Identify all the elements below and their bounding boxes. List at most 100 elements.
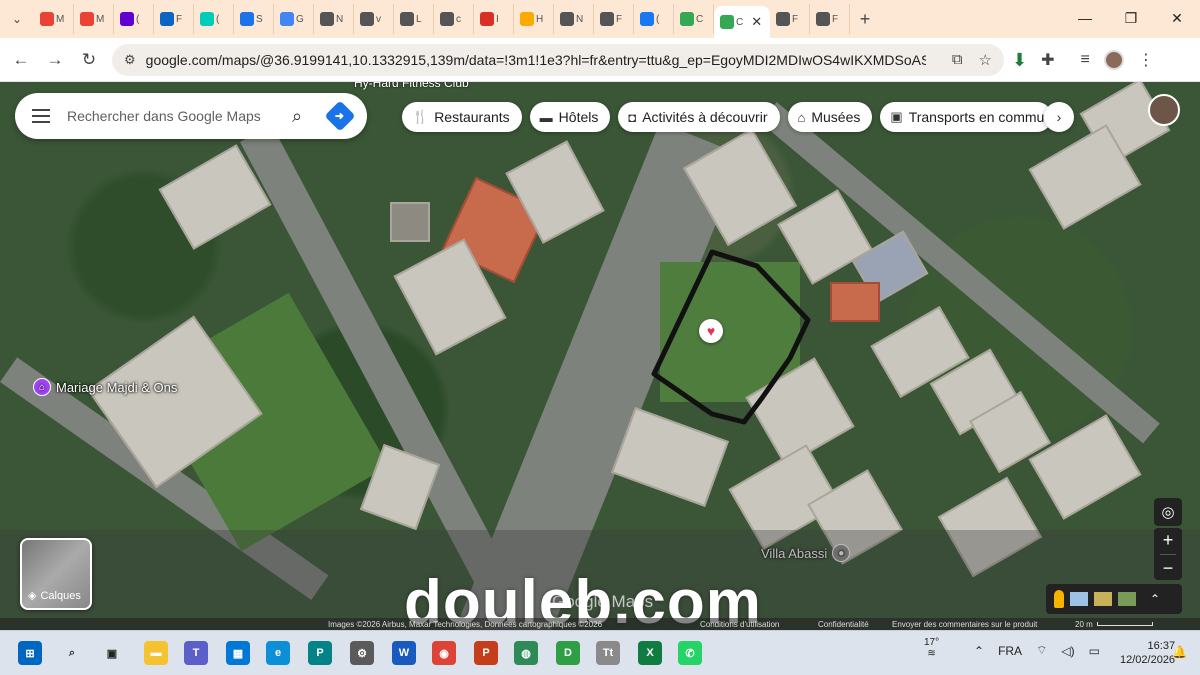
saved-place-heart-icon[interactable]: ♥ — [699, 319, 723, 343]
app-d-icon[interactable]: D — [556, 641, 580, 665]
reload-button[interactable]: ↻ — [72, 43, 106, 77]
tab-a-1[interactable]: F — [810, 4, 850, 34]
settings-icon[interactable]: ⚙ — [350, 641, 374, 665]
address-bar[interactable]: ⚙ google.com/maps/@36.9199141,10.1332915… — [112, 44, 1004, 76]
layers-button[interactable]: ◈ Calques — [20, 538, 92, 610]
tab-b-2[interactable]: ( — [114, 4, 154, 34]
new-tab-button[interactable]: + — [850, 9, 880, 30]
tab-b-16[interactable]: C — [674, 4, 714, 34]
privacy-link[interactable]: Confidentialité — [818, 620, 869, 629]
satellite-map[interactable]: Hy-Hard Fitness Club Rechercher dans Goo… — [0, 82, 1200, 630]
search-input[interactable]: Rechercher dans Google Maps — [67, 108, 279, 124]
chips-next-chevron-icon[interactable]: › — [1044, 102, 1074, 132]
tab-b-15[interactable]: ( — [634, 4, 674, 34]
tab-label: N — [336, 13, 344, 25]
word-icon[interactable]: W — [392, 641, 416, 665]
start-icon[interactable]: ⊞ — [18, 641, 42, 665]
font-app-icon[interactable]: Tt — [596, 641, 620, 665]
url-text[interactable]: google.com/maps/@36.9199141,10.1332915,1… — [146, 52, 926, 68]
task-view-icon[interactable]: ▣ — [100, 641, 124, 665]
close-tab-icon[interactable]: ✕ — [751, 14, 762, 30]
tab-b-5[interactable]: S — [234, 4, 274, 34]
chip-museums[interactable]: ⌂ Musées — [787, 102, 873, 132]
bookmark-star-icon[interactable]: ☆ — [979, 51, 992, 69]
download-icon[interactable]: ⬇ — [1012, 50, 1027, 71]
restore-button[interactable]: ❐ — [1108, 0, 1154, 36]
weather-widget[interactable]: 17° ≋ — [924, 637, 939, 659]
terms-link[interactable]: Conditions d'utilisation — [700, 620, 779, 629]
chip-label: Activités à découvrir — [642, 109, 768, 125]
notification-bell-icon[interactable]: 🔔 — [1172, 645, 1187, 659]
install-app-icon[interactable]: ⧉ — [952, 51, 963, 69]
chip-activities[interactable]: ◘ Activités à découvrir — [618, 102, 780, 132]
tab-b-9[interactable]: L — [394, 4, 434, 34]
chrome-icon[interactable]: ◉ — [432, 641, 456, 665]
expand-chevron-icon[interactable]: ⌃ — [1150, 592, 1160, 606]
clock[interactable]: 16:37 12/02/2026 — [1120, 639, 1175, 667]
fitness-club-label[interactable]: Hy-Hard Fitness Club — [354, 82, 469, 90]
tab-label: ( — [216, 13, 220, 25]
tab-b-0[interactable]: M — [34, 4, 74, 34]
back-button[interactable]: ← — [4, 43, 38, 77]
forward-button[interactable]: → — [38, 43, 72, 77]
site-info-icon[interactable]: ⚙ — [124, 52, 136, 68]
tab-b-11[interactable]: I — [474, 4, 514, 34]
volume-icon[interactable]: ◁) — [1061, 644, 1074, 658]
tab-a-0[interactable]: F — [770, 4, 810, 34]
zoom-in-button[interactable]: + — [1163, 530, 1174, 551]
satellite-thumb[interactable] — [1118, 592, 1136, 606]
profile-avatar[interactable] — [1103, 50, 1124, 70]
tab-b-14[interactable]: F — [594, 4, 634, 34]
language-indicator[interactable]: FRA — [998, 644, 1022, 658]
extensions-icon[interactable]: ✚ — [1041, 50, 1054, 70]
terrain-thumb[interactable] — [1094, 592, 1112, 606]
whatsapp-icon[interactable]: ✆ — [678, 641, 702, 665]
poi-mariage[interactable]: ⌂ Mariage Majdi & Ons — [33, 378, 177, 396]
cart-icon — [480, 12, 494, 26]
tab-b-7[interactable]: N — [314, 4, 354, 34]
globe-app-icon[interactable]: ◍ — [514, 641, 538, 665]
tab-b-8[interactable]: v — [354, 4, 394, 34]
tab-b-12[interactable]: H — [514, 4, 554, 34]
map-type-thumb[interactable] — [1070, 592, 1088, 606]
my-location-icon[interactable]: ◎ — [1154, 498, 1182, 526]
minimize-button[interactable]: — — [1062, 0, 1108, 36]
chip-restaurants[interactable]: 🍴 Restaurants — [402, 102, 522, 132]
account-avatar[interactable] — [1148, 94, 1180, 126]
tab-label: F — [832, 13, 839, 25]
feedback-link[interactable]: Envoyer des commentaires sur le produit — [892, 620, 1037, 629]
weather-temp: 17° — [924, 637, 940, 648]
tab-b-6[interactable]: G — [274, 4, 314, 34]
menu-icon[interactable] — [15, 115, 67, 117]
publisher-icon[interactable]: P — [308, 641, 332, 665]
close-window-button[interactable]: ✕ — [1154, 0, 1200, 36]
battery-icon[interactable]: ▭ — [1089, 644, 1100, 658]
directions-icon[interactable]: ➜ — [324, 100, 356, 132]
search-icon[interactable]: ⌕ — [279, 106, 315, 127]
chip-hotels[interactable]: ▬ Hôtels — [529, 102, 611, 132]
tab-b-4[interactable]: ( — [194, 4, 234, 34]
linkedin-icon — [160, 12, 174, 26]
excel-icon[interactable]: X — [638, 641, 662, 665]
pegman-icon[interactable] — [1054, 590, 1064, 608]
wifi-icon[interactable]: ⌔ — [1036, 643, 1047, 658]
media-controls-icon[interactable]: ≡ — [1081, 51, 1090, 69]
more-menu-icon[interactable]: ⋮ — [1138, 50, 1154, 70]
edge-icon[interactable]: e — [266, 641, 290, 665]
tab-search-chevron-icon[interactable]: ⌄ — [0, 0, 34, 38]
scale-bar[interactable]: 20 m — [1075, 620, 1153, 629]
file-explorer-icon[interactable]: ▬ — [144, 641, 168, 665]
maps-search-box[interactable]: Rechercher dans Google Maps ⌕ ➜ — [15, 93, 367, 139]
chevron-up-icon[interactable]: ⌃ — [974, 644, 984, 658]
tab-b-3[interactable]: F — [154, 4, 194, 34]
chip-transit[interactable]: ▣ Transports en commun — [880, 102, 1053, 132]
teams-icon[interactable]: T — [184, 641, 208, 665]
tab-b-13[interactable]: N — [554, 4, 594, 34]
store-icon[interactable]: ▦ — [226, 641, 250, 665]
tab-active-google-maps[interactable]: C ✕ — [714, 6, 770, 38]
tab-b-10[interactable]: c — [434, 4, 474, 34]
search-icon[interactable]: ⌕ — [60, 641, 84, 665]
zoom-out-button[interactable]: − — [1163, 558, 1174, 579]
powerpoint-icon[interactable]: P — [474, 641, 498, 665]
tab-b-1[interactable]: M — [74, 4, 114, 34]
